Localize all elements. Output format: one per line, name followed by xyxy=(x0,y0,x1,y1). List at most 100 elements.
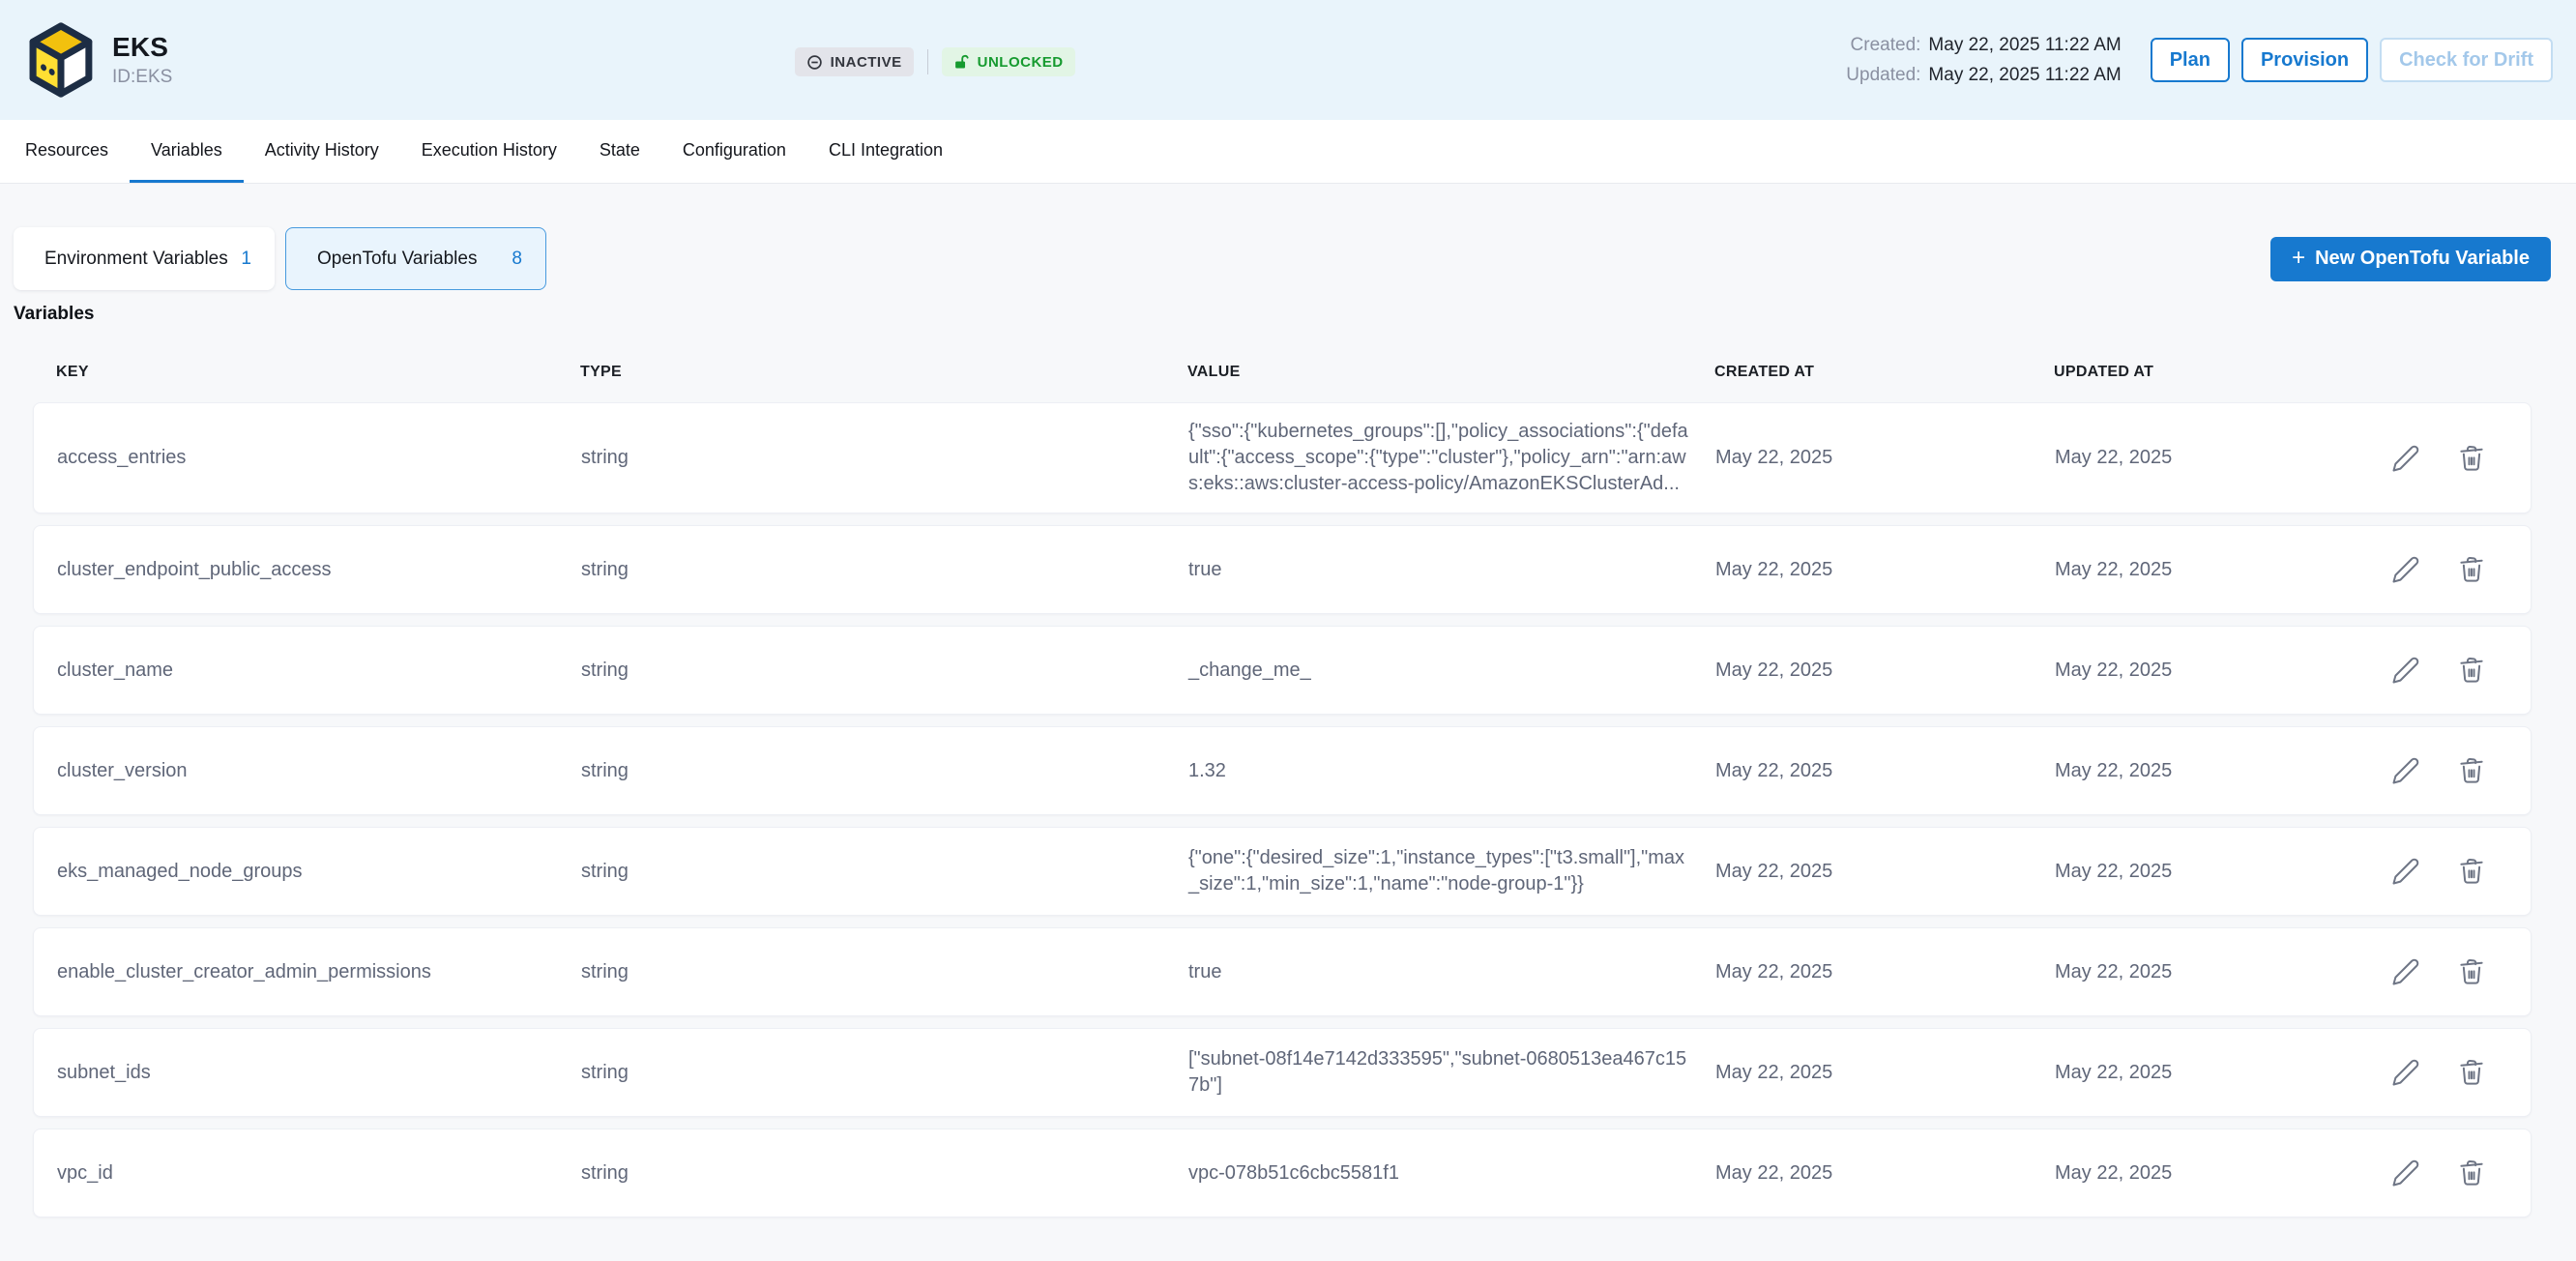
updated-label: Updated: xyxy=(1846,65,1920,86)
variable-value-cell: _change_me_ xyxy=(1188,658,1715,684)
edit-pencil-icon[interactable] xyxy=(2391,555,2420,584)
tab-resources[interactable]: Resources xyxy=(4,120,130,183)
variables-table-body: access_entriesstring{"sso":{"kubernetes_… xyxy=(33,402,2532,1217)
column-header-updated-at: UPDATED AT xyxy=(2054,364,2363,381)
new-opentofu-variable-label: New OpenTofu Variable xyxy=(2315,248,2530,270)
edit-pencil-icon[interactable] xyxy=(2391,1158,2420,1188)
status-badges: INACTIVE UNLOCKED xyxy=(795,47,1075,76)
column-header-created-at: CREATED AT xyxy=(1714,364,2054,381)
variable-updated-at-cell: May 22, 2025 xyxy=(2055,445,2364,471)
variable-row: access_entriesstring{"sso":{"kubernetes_… xyxy=(33,402,2532,513)
tab-cli-integration[interactable]: CLI Integration xyxy=(807,120,964,183)
variable-row: enable_cluster_creator_admin_permissions… xyxy=(33,927,2532,1016)
check-for-drift-button[interactable]: Check for Drift xyxy=(2380,38,2553,82)
delete-trash-icon[interactable] xyxy=(2457,1158,2486,1188)
row-actions xyxy=(2364,756,2531,785)
delete-trash-icon[interactable] xyxy=(2457,957,2486,986)
timestamps-block: Created: May 22, 2025 11:22 AM Updated: … xyxy=(1846,35,2121,86)
variable-created-at-cell: May 22, 2025 xyxy=(1715,557,2055,583)
lock-badge: UNLOCKED xyxy=(942,47,1075,76)
variable-type-cell: string xyxy=(581,557,1188,583)
tab-activity-history[interactable]: Activity History xyxy=(244,120,400,183)
edit-pencil-icon[interactable] xyxy=(2391,857,2420,886)
subtab-opentofu-variables[interactable]: OpenTofu Variables 8 xyxy=(285,227,546,290)
row-actions xyxy=(2364,555,2531,584)
created-row: Created: May 22, 2025 11:22 AM xyxy=(1846,35,2121,56)
variable-value-cell: {"one":{"desired_size":1,"instance_types… xyxy=(1188,845,1715,897)
header-actions: Plan Provision Check for Drift xyxy=(2151,38,2553,82)
variable-row: cluster_endpoint_public_accessstringtrue… xyxy=(33,525,2532,614)
variable-key-cell: enable_cluster_creator_admin_permissions xyxy=(57,959,581,985)
variable-created-at-cell: May 22, 2025 xyxy=(1715,758,2055,784)
delete-trash-icon[interactable] xyxy=(2457,555,2486,584)
variable-value-cell: {"sso":{"kubernetes_groups":[],"policy_a… xyxy=(1188,419,1715,497)
variable-updated-at-cell: May 22, 2025 xyxy=(2055,758,2364,784)
row-actions xyxy=(2364,444,2531,473)
subtab-environment-label: Environment Variables xyxy=(44,249,228,270)
variable-updated-at-cell: May 22, 2025 xyxy=(2055,557,2364,583)
delete-trash-icon[interactable] xyxy=(2457,1058,2486,1087)
plus-icon: + xyxy=(2292,247,2305,270)
badge-divider xyxy=(927,49,928,74)
delete-trash-icon[interactable] xyxy=(2457,656,2486,685)
edit-pencil-icon[interactable] xyxy=(2391,1058,2420,1087)
variable-key-cell: cluster_version xyxy=(57,758,581,784)
variable-value-cell: 1.32 xyxy=(1188,758,1715,784)
logo-block: EKS ID:EKS xyxy=(23,19,172,101)
provision-button[interactable]: Provision xyxy=(2241,38,2368,82)
row-actions xyxy=(2364,656,2531,685)
delete-trash-icon[interactable] xyxy=(2457,857,2486,886)
subtab-row: Environment Variables 1 OpenTofu Variabl… xyxy=(14,227,2551,290)
variable-row: cluster_versionstring1.32May 22, 2025May… xyxy=(33,726,2532,815)
updated-value: May 22, 2025 11:22 AM xyxy=(1928,65,2121,86)
variable-value-cell: true xyxy=(1188,959,1715,985)
variable-updated-at-cell: May 22, 2025 xyxy=(2055,959,2364,985)
variable-type-cell: string xyxy=(581,658,1188,684)
row-actions xyxy=(2364,1158,2531,1188)
environment-page: EKS ID:EKS INACTIVE UNLOCKED Created: Ma… xyxy=(0,0,2576,1261)
variable-type-cell: string xyxy=(581,758,1188,784)
edit-pencil-icon[interactable] xyxy=(2391,756,2420,785)
delete-trash-icon[interactable] xyxy=(2457,756,2486,785)
created-value: May 22, 2025 11:22 AM xyxy=(1928,35,2121,56)
variable-type-cell: string xyxy=(581,1060,1188,1086)
edit-pencil-icon[interactable] xyxy=(2391,444,2420,473)
variable-created-at-cell: May 22, 2025 xyxy=(1715,1160,2055,1187)
variable-key-cell: access_entries xyxy=(57,445,581,471)
tab-variables[interactable]: Variables xyxy=(130,120,244,183)
variable-row: subnet_idsstring["subnet-08f14e7142d3335… xyxy=(33,1028,2532,1117)
delete-trash-icon[interactable] xyxy=(2457,444,2486,473)
variable-type-cell: string xyxy=(581,959,1188,985)
variable-created-at-cell: May 22, 2025 xyxy=(1715,959,2055,985)
circle-minus-icon xyxy=(806,54,823,71)
variable-value-cell: vpc-078b51c6cbc5581f1 xyxy=(1188,1160,1715,1187)
tab-state[interactable]: State xyxy=(578,120,661,183)
variable-created-at-cell: May 22, 2025 xyxy=(1715,445,2055,471)
new-opentofu-variable-button[interactable]: + New OpenTofu Variable xyxy=(2270,237,2551,281)
variable-value-cell: true xyxy=(1188,557,1715,583)
opentofu-logo-icon xyxy=(23,19,99,101)
row-actions xyxy=(2364,1058,2531,1087)
variable-type-cell: string xyxy=(581,859,1188,885)
column-header-value: VALUE xyxy=(1187,364,1714,381)
tab-execution-history[interactable]: Execution History xyxy=(400,120,578,183)
environment-id: ID:EKS xyxy=(112,67,172,88)
subtab-environment-variables[interactable]: Environment Variables 1 xyxy=(14,227,275,290)
variable-type-cell: string xyxy=(581,445,1188,471)
plan-button[interactable]: Plan xyxy=(2151,38,2230,82)
variable-created-at-cell: May 22, 2025 xyxy=(1715,859,2055,885)
table-header: KEY TYPE VALUE CREATED AT UPDATED AT xyxy=(33,325,2532,402)
variable-type-cell: string xyxy=(581,1160,1188,1187)
variable-updated-at-cell: May 22, 2025 xyxy=(2055,1060,2364,1086)
tab-configuration[interactable]: Configuration xyxy=(661,120,807,183)
variable-key-cell: cluster_name xyxy=(57,658,581,684)
row-actions xyxy=(2364,957,2531,986)
column-header-key: KEY xyxy=(56,364,580,381)
status-badge: INACTIVE xyxy=(795,47,914,76)
variable-row: cluster_namestring_change_me_ May 22, 202… xyxy=(33,626,2532,715)
edit-pencil-icon[interactable] xyxy=(2391,957,2420,986)
section-title: Variables xyxy=(14,304,2576,325)
edit-pencil-icon[interactable] xyxy=(2391,656,2420,685)
variable-updated-at-cell: May 22, 2025 xyxy=(2055,658,2364,684)
opentofu-variables-count: 8 xyxy=(512,249,522,270)
